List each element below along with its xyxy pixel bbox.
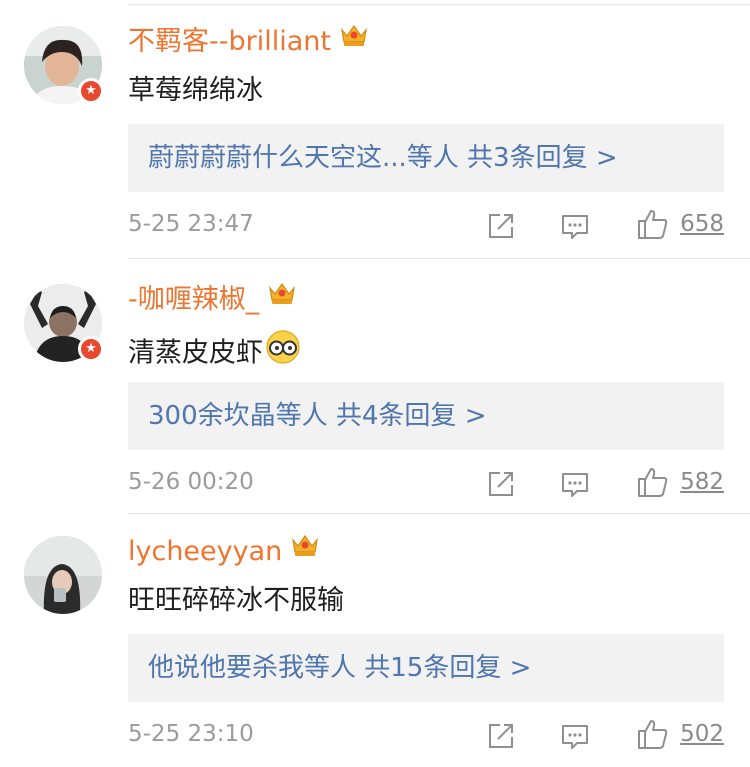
reply-summary-link[interactable]: 蔚蔚蔚蔚什么天空这...等人 共3条回复 > (148, 140, 618, 176)
thumbs-up-icon[interactable] (636, 207, 670, 245)
crown-badge-icon (267, 280, 297, 316)
timestamp: 5-25 23:47 (128, 211, 254, 237)
username[interactable]: lycheeyyan (128, 534, 320, 571)
reply-preview[interactable]: 蔚蔚蔚蔚什么天空这...等人 共3条回复 > (128, 124, 724, 192)
comment-text: 草莓绵绵冰 (128, 75, 263, 106)
nerd-glasses-emoji-icon (265, 329, 301, 375)
username[interactable]: -咖喱辣椒_ (128, 282, 297, 319)
comment-icon[interactable] (560, 213, 590, 245)
like-count[interactable]: 658 (680, 211, 724, 237)
reply-summary-link[interactable]: 他说他要杀我等人 共15条回复 > (148, 650, 531, 686)
reply-preview[interactable]: 300余坎晶等人 共4条回复 > (128, 382, 724, 450)
verified-badge-icon: ★ (78, 336, 104, 362)
comment-icon[interactable] (560, 723, 590, 755)
comment-text: 旺旺碎碎冰不服输 (128, 585, 344, 616)
timestamp: 5-25 23:10 (128, 721, 254, 747)
verified-badge-icon: ★ (78, 78, 104, 104)
share-icon[interactable] (486, 469, 516, 503)
comment-footer: 5-26 00:20 582 (128, 465, 724, 505)
like-count[interactable]: 582 (680, 469, 724, 495)
comment-icon[interactable] (560, 471, 590, 503)
crown-badge-icon (339, 22, 369, 58)
thumbs-up-icon[interactable] (636, 717, 670, 755)
comment-text: 清蒸皮皮虾 (128, 329, 301, 377)
timestamp: 5-26 00:20 (128, 469, 254, 495)
share-icon[interactable] (486, 721, 516, 755)
reply-summary-link[interactable]: 300余坎晶等人 共4条回复 > (148, 398, 486, 434)
top-divider (128, 4, 750, 5)
comment-footer: 5-25 23:47 658 (128, 207, 724, 247)
comment-divider (128, 513, 750, 514)
avatar[interactable] (24, 536, 102, 614)
comment-divider (128, 258, 750, 259)
share-icon[interactable] (486, 211, 516, 245)
thumbs-up-icon[interactable] (636, 465, 670, 503)
crown-badge-icon (290, 532, 320, 568)
like-count[interactable]: 502 (680, 721, 724, 747)
username[interactable]: 不羁客--brilliant (128, 24, 369, 61)
reply-preview[interactable]: 他说他要杀我等人 共15条回复 > (128, 634, 724, 702)
comment-footer: 5-25 23:10 502 (128, 717, 724, 757)
